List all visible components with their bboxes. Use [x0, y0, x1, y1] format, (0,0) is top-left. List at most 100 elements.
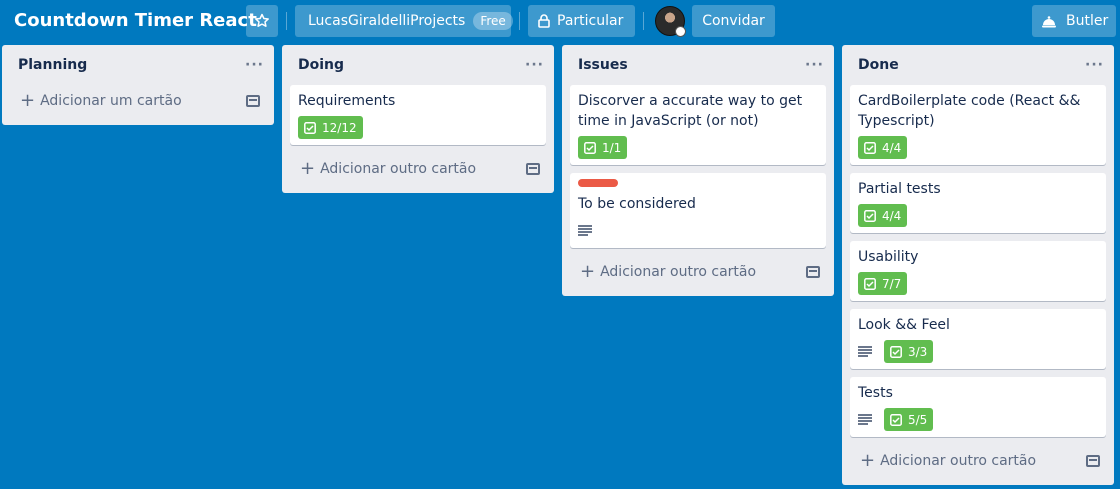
checklist-icon: [584, 141, 596, 154]
checklist-badge: 7/7: [858, 272, 908, 295]
card-badges: 3/3: [858, 340, 1098, 363]
list-title[interactable]: Issues: [578, 57, 628, 73]
checklist-count: 12/12: [322, 120, 357, 135]
header-divider: [643, 12, 644, 30]
card[interactable]: Usability 7/7: [850, 241, 1106, 301]
butler-button[interactable]: Butler: [1032, 5, 1116, 37]
add-card-label: Adicionar outro cartão: [600, 264, 757, 280]
card-title: Tests: [858, 385, 893, 401]
card-badges: 7/7: [858, 272, 1098, 295]
plan-badge: Free: [473, 12, 513, 30]
card-badges: 4/4: [858, 204, 1098, 227]
checklist-badge: 12/12: [298, 116, 363, 139]
list-header: Doing ···: [282, 45, 554, 85]
add-card-button[interactable]: + Adicionar outro cartão: [570, 256, 826, 288]
card-title: Discorver a accurate way to get time in …: [578, 93, 803, 129]
list-title[interactable]: Done: [858, 57, 899, 73]
checklist-icon: [864, 209, 876, 222]
list-done: Done ··· CardBoilerplate code (React && …: [842, 45, 1114, 485]
list-title[interactable]: Planning: [18, 57, 87, 73]
list-header: Issues ···: [562, 45, 834, 85]
card[interactable]: Discorver a accurate way to get time in …: [570, 85, 826, 165]
card-badges: 5/5: [858, 408, 1098, 431]
checklist-count: 4/4: [882, 140, 902, 155]
ellipsis-icon[interactable]: ···: [1085, 57, 1104, 73]
star-icon: [255, 13, 269, 27]
card[interactable]: Partial tests 4/4: [850, 173, 1106, 233]
checklist-icon: [304, 121, 316, 134]
board-header: Countdown Timer React LucasGiraldelliPro…: [0, 0, 1120, 42]
header-divider: [519, 12, 520, 30]
description-icon: [578, 224, 592, 237]
card-template-icon[interactable]: [526, 163, 540, 175]
card[interactable]: CardBoilerplate code (React && Typescrip…: [850, 85, 1106, 165]
ellipsis-icon[interactable]: ···: [805, 57, 824, 73]
description-icon: [858, 345, 872, 358]
card-badges: 4/4: [858, 136, 1098, 159]
invite-button[interactable]: Convidar: [692, 5, 775, 37]
checklist-icon: [864, 277, 876, 290]
card-template-icon[interactable]: [1086, 455, 1100, 467]
lock-icon: [538, 14, 550, 28]
description-icon: [858, 413, 872, 426]
card-title: To be considered: [578, 196, 696, 212]
plus-icon: +: [300, 158, 316, 179]
card-badges: 12/12: [298, 116, 538, 139]
checklist-count: 5/5: [908, 412, 928, 427]
add-card-button[interactable]: + Adicionar outro cartão: [850, 445, 1106, 477]
checklist-icon: [890, 413, 902, 426]
header-divider: [286, 12, 287, 30]
list-header: Planning ···: [2, 45, 274, 85]
board-title[interactable]: Countdown Timer React: [14, 10, 257, 31]
visibility-label: Particular: [557, 13, 624, 29]
checklist-icon: [864, 141, 876, 154]
add-card-label: Adicionar outro cartão: [320, 161, 477, 177]
checklist-count: 7/7: [882, 276, 902, 291]
card[interactable]: Tests 5/5: [850, 377, 1106, 437]
checklist-badge: 5/5: [884, 408, 934, 431]
card-label-red[interactable]: [578, 179, 618, 187]
add-card-label: Adicionar um cartão: [40, 93, 182, 109]
plus-icon: +: [860, 450, 876, 471]
checklist-count: 1/1: [602, 140, 622, 155]
card-badges: [578, 219, 818, 242]
add-card-button[interactable]: + Adicionar outro cartão: [290, 153, 546, 185]
plus-icon: +: [20, 90, 36, 111]
plus-icon: +: [580, 261, 596, 282]
list-doing: Doing ··· Requirements 12/12 + Adicionar…: [282, 45, 554, 193]
list-header: Done ···: [842, 45, 1114, 85]
ellipsis-icon[interactable]: ···: [525, 57, 544, 73]
checklist-icon: [890, 345, 902, 358]
add-card-button[interactable]: + Adicionar um cartão: [10, 85, 266, 117]
card-title: Requirements: [298, 93, 396, 109]
checklist-badge: 1/1: [578, 136, 628, 159]
visibility-button[interactable]: Particular: [528, 5, 635, 37]
card-title: Partial tests: [858, 181, 941, 197]
card-badges: 1/1: [578, 136, 818, 159]
team-button[interactable]: LucasGiraldelliProjects Free: [295, 5, 513, 37]
star-button[interactable]: [246, 5, 278, 37]
butler-bell-icon: [1042, 16, 1056, 28]
checklist-badge: 4/4: [858, 204, 908, 227]
list-issues: Issues ··· Discorver a accurate way to g…: [562, 45, 834, 296]
admin-badge-icon: [675, 26, 686, 37]
butler-label: Butler: [1066, 13, 1109, 29]
card-template-icon[interactable]: [246, 95, 260, 107]
card-title: Usability: [858, 249, 919, 265]
team-name: LucasGiraldelliProjects: [308, 13, 466, 29]
add-card-label: Adicionar outro cartão: [880, 453, 1037, 469]
card[interactable]: Requirements 12/12: [290, 85, 546, 145]
ellipsis-icon[interactable]: ···: [245, 57, 264, 73]
list-planning: Planning ··· + Adicionar um cartão: [2, 45, 274, 125]
member-avatar[interactable]: [655, 6, 686, 37]
card-title: Look && Feel: [858, 317, 950, 333]
checklist-count: 4/4: [882, 208, 902, 223]
checklist-count: 3/3: [908, 344, 928, 359]
list-title[interactable]: Doing: [298, 57, 344, 73]
card[interactable]: Look && Feel 3/3: [850, 309, 1106, 369]
checklist-badge: 3/3: [884, 340, 934, 363]
card-template-icon[interactable]: [806, 266, 820, 278]
card-title: CardBoilerplate code (React && Typescrip…: [858, 93, 1081, 129]
checklist-badge: 4/4: [858, 136, 908, 159]
card[interactable]: To be considered: [570, 173, 826, 248]
